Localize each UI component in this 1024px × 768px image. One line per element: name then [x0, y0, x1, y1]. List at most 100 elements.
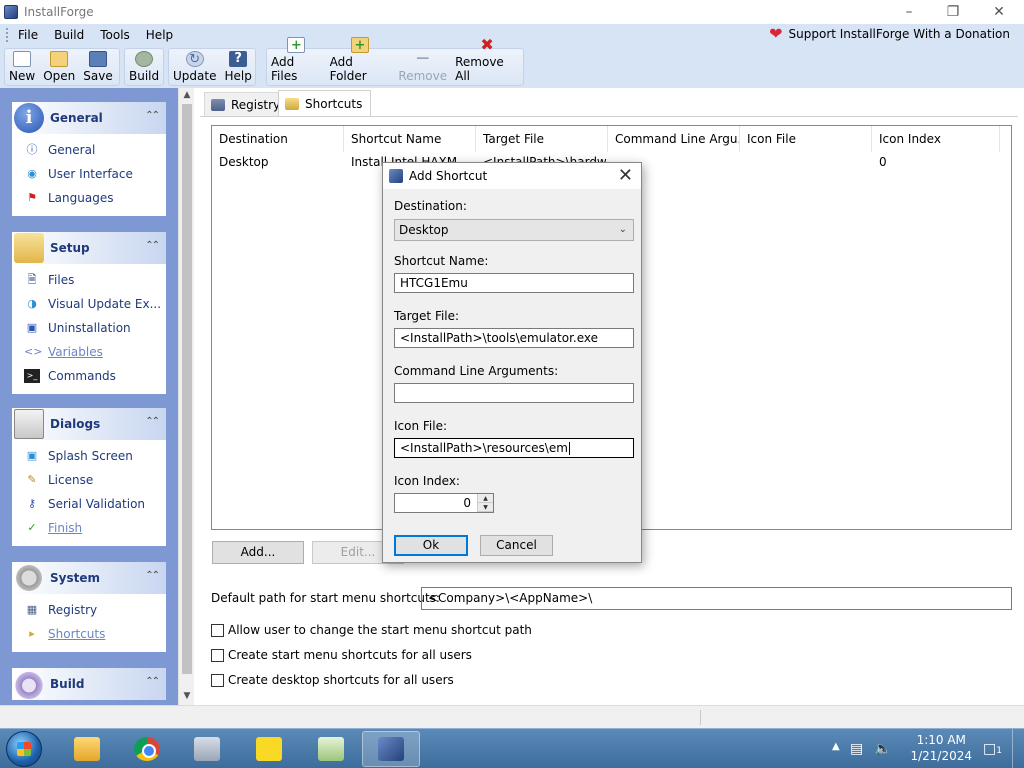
update-button[interactable]: ↻ Update: [169, 49, 220, 85]
new-button[interactable]: New: [5, 49, 39, 85]
scroll-thumb[interactable]: [182, 104, 192, 674]
shortcut-name-input[interactable]: HTCG1Emu: [394, 273, 634, 293]
cell-icon-index: 0: [879, 155, 887, 169]
sidebar-item-languages[interactable]: ⚑ Languages: [12, 186, 166, 210]
panel-dialogs-header[interactable]: Dialogs ⌃⌃: [12, 408, 166, 440]
tab-shortcuts[interactable]: Shortcuts: [278, 90, 372, 116]
sidebar-item-finish[interactable]: ✓ Finish: [12, 516, 166, 540]
volume-muted-icon[interactable]: 🔈: [874, 741, 891, 757]
sidebar-scrollbar[interactable]: ▲ ▼: [178, 88, 194, 705]
column-destination[interactable]: Destination: [212, 126, 344, 152]
spin-up-icon[interactable]: ▲: [478, 494, 493, 503]
destination-value: Desktop: [399, 223, 449, 237]
installforge-icon: [389, 169, 403, 183]
add-folder-button[interactable]: + Add Folder: [326, 37, 395, 85]
checkbox-box[interactable]: [211, 623, 224, 637]
dialog-close-icon[interactable]: ✕: [618, 165, 633, 186]
collapse-chevron-icon[interactable]: ⌃⌃: [145, 416, 160, 427]
toolbar-group-help: ↻ Update ? Help: [168, 48, 256, 86]
collapse-chevron-icon[interactable]: ⌃⌃: [145, 570, 160, 581]
donation-link[interactable]: ❤ Support InstallForge With a Donation: [769, 24, 1010, 43]
start-menu-path-input[interactable]: <Company>\<AppName>\: [421, 587, 1012, 610]
chevron-down-icon: ⌄: [618, 224, 627, 235]
tray-expand-icon[interactable]: ▲: [832, 741, 840, 752]
target-file-label: Target File:: [394, 309, 460, 323]
menu-help[interactable]: Help: [138, 28, 181, 42]
taskbar-chrome[interactable]: [118, 731, 176, 767]
sidebar-item-label: Visual Update Ex...: [48, 297, 162, 311]
checkbox-box[interactable]: [211, 648, 224, 662]
panel-build-header[interactable]: Build ⌃⌃: [12, 668, 166, 700]
allow-change-path-checkbox[interactable]: Allow user to change the start menu shor…: [211, 623, 532, 637]
dialog-title-bar[interactable]: Add Shortcut ✕: [383, 163, 641, 189]
column-shortcut-name[interactable]: Shortcut Name: [344, 126, 476, 152]
icon-index-stepper[interactable]: 0 ▲ ▼: [394, 493, 494, 513]
show-desktop-button[interactable]: [1012, 729, 1024, 768]
sidebar-item-variables[interactable]: <> Variables: [12, 340, 166, 364]
console-icon: >_: [24, 369, 40, 383]
minimize-button[interactable]: –: [886, 0, 932, 24]
add-files-button[interactable]: + Add Files: [267, 37, 326, 85]
sidebar-item-license[interactable]: ✎ License: [12, 468, 166, 492]
clock-time: 1:10 AM: [916, 733, 966, 747]
sidebar-item-user-interface[interactable]: ◉ User Interface: [12, 162, 166, 186]
destination-select[interactable]: Desktop ⌄: [394, 219, 634, 241]
sidebar-item-commands[interactable]: >_ Commands: [12, 364, 166, 388]
notifications-icon[interactable]: □1: [983, 741, 1002, 757]
column-command-line[interactable]: Command Line Argu...: [608, 126, 740, 152]
clock[interactable]: 1:10 AM 1/21/2024: [910, 732, 972, 764]
open-button[interactable]: Open: [39, 49, 79, 85]
spin-down-icon[interactable]: ▼: [478, 503, 493, 512]
remove-all-button[interactable]: ✖ Remove All: [451, 37, 523, 85]
taskbar-installforge[interactable]: [362, 731, 420, 767]
donation-label: Support InstallForge With a Donation: [788, 27, 1010, 41]
icon-file-input[interactable]: <InstallPath>\resources\em: [394, 438, 634, 458]
sidebar-item-files[interactable]: 🗎 Files: [12, 268, 166, 292]
taskbar-files[interactable]: [178, 731, 236, 767]
column-target-file[interactable]: Target File: [476, 126, 608, 152]
save-button[interactable]: Save: [79, 49, 116, 85]
build-button[interactable]: Build: [125, 49, 163, 85]
ok-button[interactable]: Ok: [394, 535, 468, 556]
taskbar-sticky-notes[interactable]: [240, 731, 298, 767]
collapse-chevron-icon[interactable]: ⌃⌃: [145, 676, 160, 687]
cancel-button[interactable]: Cancel: [480, 535, 553, 556]
scroll-up-icon[interactable]: ▲: [179, 88, 195, 102]
remove-button[interactable]: — Remove: [394, 49, 451, 85]
help-button[interactable]: ? Help: [220, 49, 255, 85]
checkbox-box[interactable]: [211, 673, 224, 687]
scroll-down-icon[interactable]: ▼: [179, 689, 195, 703]
sidebar-item-serial-validation[interactable]: ⚷ Serial Validation: [12, 492, 166, 516]
collapse-chevron-icon[interactable]: ⌃⌃: [145, 240, 160, 251]
target-file-input[interactable]: <InstallPath>\tools\emulator.exe: [394, 328, 634, 348]
sidebar-item-label: License: [48, 473, 94, 487]
column-icon-file[interactable]: Icon File: [740, 126, 872, 152]
menu-tools[interactable]: Tools: [92, 28, 138, 42]
column-icon-index[interactable]: Icon Index: [872, 126, 1000, 152]
close-button[interactable]: ✕: [976, 0, 1022, 24]
taskbar-editor[interactable]: [302, 731, 360, 767]
start-button[interactable]: [6, 731, 42, 767]
build-label: Build: [129, 69, 160, 83]
command-line-input[interactable]: [394, 383, 634, 403]
sidebar-item-registry[interactable]: ▦ Registry: [12, 598, 166, 622]
sidebar-item-visual-update[interactable]: ◑ Visual Update Ex...: [12, 292, 166, 316]
sidebar-item-shortcuts[interactable]: ▸ Shortcuts: [12, 622, 166, 646]
panel-setup-header[interactable]: Setup ⌃⌃: [12, 232, 166, 264]
sidebar-item-splash-screen[interactable]: ▣ Splash Screen: [12, 444, 166, 468]
menu-build[interactable]: Build: [46, 28, 92, 42]
maximize-button[interactable]: ❐: [930, 0, 976, 24]
panel-general-header[interactable]: i General ⌃⌃: [12, 102, 166, 134]
menu-file[interactable]: File: [10, 28, 46, 42]
desktop-all-users-checkbox[interactable]: Create desktop shortcuts for all users: [211, 673, 454, 687]
add-button[interactable]: Add...: [212, 541, 304, 564]
network-icon[interactable]: ▤: [850, 741, 863, 757]
sidebar-item-uninstallation[interactable]: ▣ Uninstallation: [12, 316, 166, 340]
tab-registry[interactable]: Registry: [204, 92, 290, 116]
sidebar-item-general[interactable]: ⓘ General: [12, 138, 166, 162]
collapse-chevron-icon[interactable]: ⌃⌃: [145, 110, 160, 121]
taskbar-explorer[interactable]: [58, 731, 116, 767]
start-menu-all-users-checkbox[interactable]: Create start menu shortcuts for all user…: [211, 648, 472, 662]
heart-icon: ❤: [769, 24, 783, 43]
panel-system-header[interactable]: System ⌃⌃: [12, 562, 166, 594]
